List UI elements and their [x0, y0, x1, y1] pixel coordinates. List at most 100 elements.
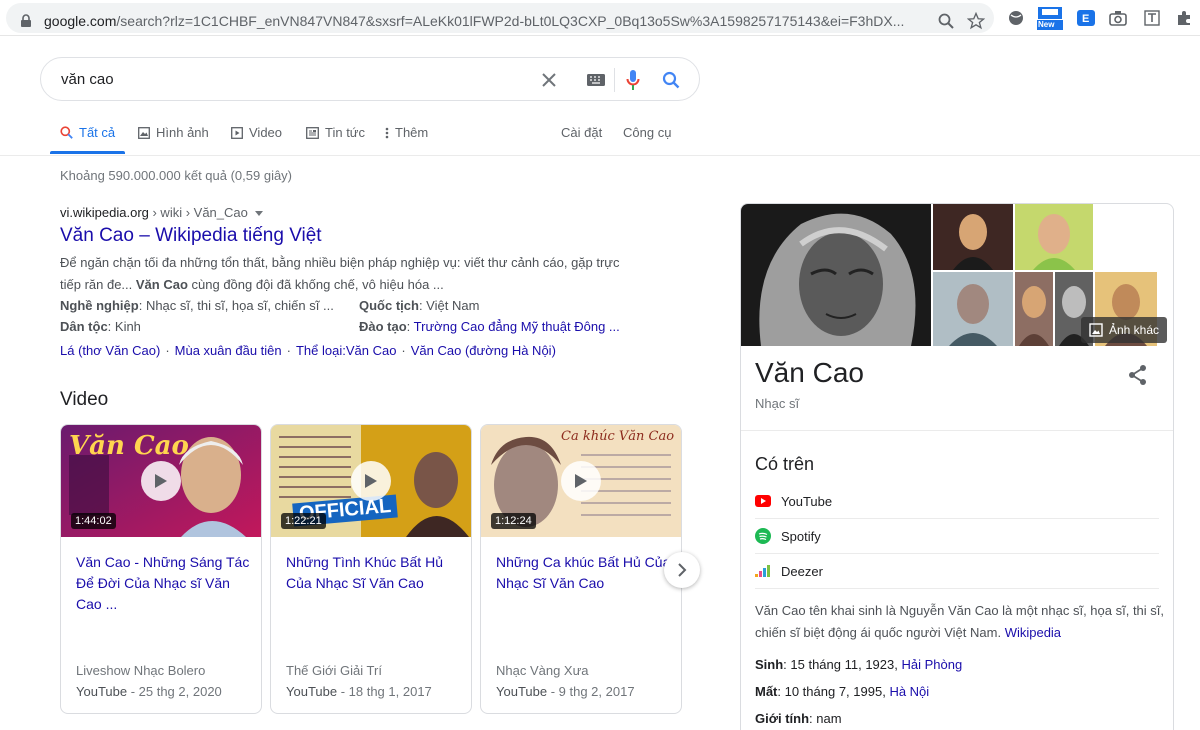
video-card[interactable]: Ca khúc Văn Cao 1:12:24 Những Ca khúc Bấ…: [480, 424, 682, 714]
deezer-icon: [755, 565, 770, 577]
settings-link[interactable]: Cài đặt: [561, 125, 602, 140]
camera-icon[interactable]: [1108, 8, 1128, 28]
tab-videos[interactable]: Video: [231, 125, 282, 140]
share-icon[interactable]: [1127, 364, 1151, 388]
snippet-bold: Văn Cao: [135, 277, 188, 292]
main-portrait-image[interactable]: [741, 204, 931, 346]
kp-description-text: Văn Cao tên khai sinh là Nguyễn Văn Cao …: [755, 603, 1165, 640]
tab-all[interactable]: Tất cả: [60, 125, 115, 140]
url-host: google.com: [44, 13, 117, 29]
video-card[interactable]: OFFICIAL 1:22:21 Những Tình Khúc Bất Hủ …: [270, 424, 472, 714]
video-thumbnail[interactable]: OFFICIAL 1:22:21: [271, 425, 471, 537]
zoom-icon[interactable]: [936, 11, 956, 31]
platform-spotify[interactable]: Spotify: [755, 519, 1159, 554]
fact-education-link[interactable]: Trường Cao đẳng Mỹ thuật Đông ...: [414, 319, 620, 334]
kp-fact-label: Mất: [755, 684, 778, 699]
address-bar[interactable]: google.com/search?rlz=1C1CHBF_enVN847VN8…: [6, 3, 994, 33]
portrait-art: [741, 204, 931, 346]
tab-more[interactable]: Thêm: [385, 125, 428, 140]
chevron-right-icon: [678, 563, 687, 577]
video-platform: YouTube: [76, 684, 128, 699]
bookmark-star-icon[interactable]: [966, 11, 986, 31]
more-vert-icon: [385, 127, 389, 138]
thumbnail-art: [933, 204, 1013, 270]
platform-youtube[interactable]: YouTube: [755, 484, 1159, 519]
sitelink[interactable]: Mùa xuân đầu tiên: [175, 343, 282, 358]
sitelink[interactable]: Thể loại:Văn Cao: [296, 343, 396, 358]
extension-e-icon[interactable]: E: [1076, 8, 1096, 28]
video-meta: YouTube - 9 thg 2, 2017: [496, 684, 635, 699]
clear-icon[interactable]: [538, 69, 560, 91]
search-icon[interactable]: [660, 69, 682, 91]
kp-fact-label: Sinh: [755, 657, 784, 672]
kp-fact-link[interactable]: Hải Phòng: [901, 657, 962, 672]
browser-toolbar: google.com/search?rlz=1C1CHBF_enVN847VN8…: [0, 0, 1200, 36]
sitelink-separator: ·: [286, 343, 291, 358]
kp-fact-link[interactable]: Hà Nội: [889, 684, 929, 699]
fact-nationality-label: Quốc tịch: [359, 298, 419, 313]
sitelink[interactable]: Văn Cao (đường Hà Nội): [411, 343, 556, 358]
image-icon: [138, 126, 150, 139]
platform-label: YouTube: [781, 493, 833, 509]
kp-fact-value: : nam: [809, 711, 842, 726]
kp-description: Văn Cao tên khai sinh là Nguyễn Văn Cao …: [755, 600, 1165, 644]
video-thumbnail[interactable]: Văn Cao 1:44:02: [61, 425, 261, 537]
image-icon: [1089, 323, 1103, 337]
microphone-icon[interactable]: [622, 69, 644, 91]
thumbnail-art: [1015, 204, 1093, 270]
youtube-icon: [755, 495, 771, 507]
play-icon[interactable]: [141, 461, 181, 501]
result-cite[interactable]: vi.wikipedia.org › wiki › Văn_Cao: [60, 205, 264, 220]
more-images-button[interactable]: Ảnh khác: [1081, 317, 1168, 343]
video-source: Thế Giới Giải Trí: [286, 663, 382, 678]
video-date: - 9 thg 2, 2017: [547, 684, 635, 699]
kp-fact-value: : 15 tháng 11, 1923,: [783, 657, 902, 672]
video-date: - 18 thg 1, 2017: [337, 684, 432, 699]
play-icon[interactable]: [351, 461, 391, 501]
result-stats: Khoảng 590.000.000 kết quả (0,59 giây): [60, 168, 293, 183]
active-tab-indicator: [50, 151, 125, 154]
new-badge-label: New: [1038, 20, 1055, 29]
extensions-puzzle-icon[interactable]: [1174, 8, 1194, 28]
kp-fact-value: : 10 tháng 7, 1995,: [777, 684, 890, 699]
wikipedia-link[interactable]: Wikipedia: [1005, 625, 1061, 640]
text-tool-icon[interactable]: [1142, 8, 1162, 28]
thumbnail-image[interactable]: [1015, 272, 1053, 346]
search-box[interactable]: văn cao: [40, 57, 700, 101]
tab-news[interactable]: Tin tức: [306, 125, 365, 140]
search-input[interactable]: văn cao: [61, 71, 114, 88]
fact-ethnicity: Dân tộc: Kinh: [60, 319, 141, 334]
kp-fact-label: Giới tính: [755, 711, 810, 726]
tab-images[interactable]: Hình ảnh: [138, 125, 209, 140]
video-title[interactable]: Những Ca khúc Bất Hủ Của Nhạc Sĩ Văn Cao: [496, 552, 671, 594]
thumbnail-art: [1015, 272, 1053, 346]
video-title[interactable]: Văn Cao - Những Sáng Tác Để Đời Của Nhạc…: [76, 552, 251, 615]
play-icon[interactable]: [561, 461, 601, 501]
thumbnail-image[interactable]: [933, 272, 1013, 346]
video-platform: YouTube: [496, 684, 548, 699]
extension-new-badge-icon[interactable]: New: [1036, 5, 1064, 31]
url-text[interactable]: google.com/search?rlz=1C1CHBF_enVN847VN8…: [44, 13, 924, 29]
platform-label: Spotify: [781, 528, 821, 544]
video-meta: YouTube - 18 thg 1, 2017: [286, 684, 432, 699]
carousel-next-button[interactable]: [664, 552, 700, 588]
thumbnail-art: [933, 272, 1013, 346]
video-title[interactable]: Những Tình Khúc Bất Hủ Của Nhạc Sĩ Văn C…: [286, 552, 461, 594]
sitelink[interactable]: Lá (thơ Văn Cao): [60, 343, 160, 358]
search-tabs: Tất cả Hình ảnh Video Tin tức Thêm Cài đ…: [0, 118, 1200, 156]
fact-occupation-value: : Nhạc sĩ, thi sĩ, họa sĩ, chiến sĩ ...: [138, 298, 334, 313]
video-thumbnail[interactable]: Ca khúc Văn Cao 1:12:24: [481, 425, 681, 537]
keyboard-icon[interactable]: [585, 69, 607, 91]
kp-fact-born: Sinh: 15 tháng 11, 1923, Hải Phòng: [755, 657, 962, 672]
thumbnail-image[interactable]: [1015, 204, 1093, 270]
video-duration: 1:22:21: [281, 513, 326, 529]
result-title[interactable]: Văn Cao – Wikipedia tiếng Việt: [60, 225, 322, 247]
video-card[interactable]: Văn Cao 1:44:02 Văn Cao - Những Sáng Tác…: [60, 424, 262, 714]
lock-icon[interactable]: [16, 11, 36, 31]
video-source: Nhạc Vàng Xưa: [496, 663, 589, 678]
platform-deezer[interactable]: Deezer: [755, 554, 1159, 589]
thumbnail-image[interactable]: [933, 204, 1013, 270]
extension-globe-icon[interactable]: [1006, 8, 1026, 28]
chevron-down-icon[interactable]: [255, 211, 264, 217]
tools-link[interactable]: Công cụ: [623, 125, 671, 140]
